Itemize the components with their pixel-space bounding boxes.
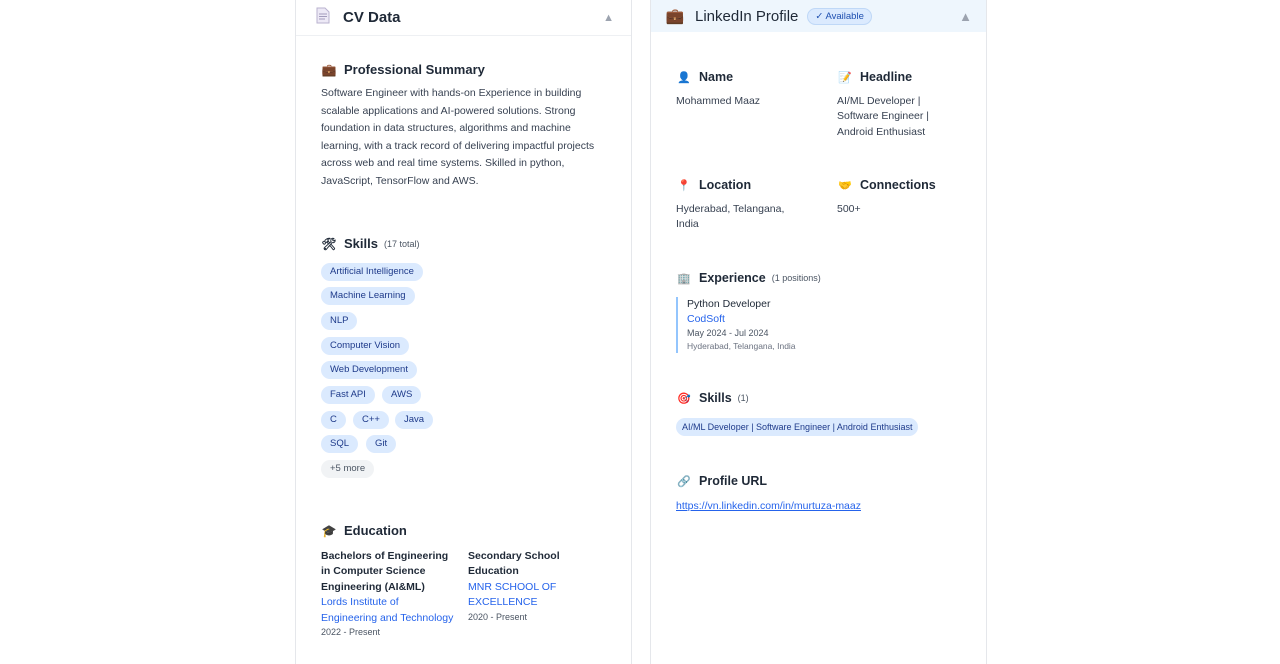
education-degree: Bachelors of Engineering in Computer Sci… [321, 550, 449, 593]
briefcase-icon: 💼 [321, 62, 337, 77]
skill-chip[interactable]: AWS [382, 386, 422, 404]
target-icon: 🎯 [677, 392, 691, 405]
skill-chip[interactable]: Fast API [321, 386, 375, 404]
linkedin-profile-title: LinkedIn Profile [695, 7, 799, 25]
page: CV Data ▲ 💼 Professional Summary Softwar… [0, 0, 1280, 664]
linkedin-profile-header[interactable]: 💼 LinkedIn Profile ✓ Available ▲ [651, 0, 986, 32]
professional-summary-title: Professional Summary [344, 62, 485, 77]
tools-icon: 🛠 [321, 236, 337, 251]
education-entry: Bachelors of Engineering in Computer Sci… [321, 549, 457, 639]
skills-count: (17 total) [383, 238, 420, 249]
collapse-icon[interactable]: ▲ [603, 12, 614, 24]
skill-chip[interactable]: Machine Learning [321, 287, 415, 305]
experience-count: (1 positions) [771, 273, 821, 283]
experience-entry: Python Developer CodSoft May 2024 - Jul … [676, 297, 916, 353]
skill-chip[interactable]: Web Development [321, 361, 417, 379]
status-badge: ✓ Available [807, 7, 872, 25]
connections-heading: 🤝 Connections [837, 178, 936, 192]
location-value: Hyderabad, Telangana, India [676, 203, 785, 231]
location-heading: 📍 Location [676, 178, 751, 192]
profile-url-heading: 🔗 Profile URL [676, 474, 767, 488]
education-years: 2022 - Present [321, 627, 381, 638]
linkedin-skills-heading: 🎯 Skills (1) [676, 391, 749, 405]
education-title: Education [344, 523, 407, 538]
experience-job-title: Python Developer [687, 298, 771, 310]
education-years: 2020 - Present [468, 611, 528, 622]
person-icon: 👤 [677, 71, 691, 84]
education-school: Lords Institute of Engineering and Techn… [321, 596, 454, 624]
professional-summary-heading: 💼 Professional Summary [321, 62, 485, 77]
cv-data-panel: CV Data ▲ 💼 Professional Summary Softwar… [295, 0, 632, 664]
collapse-icon[interactable]: ▲ [959, 9, 972, 24]
skill-chip[interactable]: C [321, 411, 346, 429]
skill-chip[interactable]: AI/ML Developer | Software Engineer | An… [676, 418, 919, 436]
skill-chip[interactable]: SQL [321, 435, 359, 453]
cv-data-header[interactable]: CV Data ▲ [296, 0, 631, 36]
cv-data-title: CV Data [343, 9, 401, 26]
more-skills-chip[interactable]: +5 more [321, 460, 375, 478]
link-icon: 🔗 [677, 475, 691, 488]
headline-label: Headline [860, 70, 913, 84]
skill-chip[interactable]: C++ [353, 411, 389, 429]
education-school: MNR SCHOOL OF EXCELLENCE [468, 580, 557, 609]
skill-chip[interactable]: Artificial Intelligence [321, 263, 423, 281]
document-icon [313, 7, 333, 28]
education-entry: Secondary School Education MNR SCHOOL OF… [468, 549, 598, 624]
profile-url-link[interactable]: https://vn.linkedin.com/in/murtuza-maaz [676, 500, 861, 512]
linkedin-skills-title: Skills [699, 391, 732, 405]
experience-company[interactable]: CodSoft [687, 312, 916, 327]
skills-heading: 🛠 Skills (17 total) [321, 236, 420, 251]
location-label: Location [699, 178, 752, 192]
name-label: Name [699, 70, 734, 84]
linkedin-skills-count: (1) [737, 393, 749, 403]
headline-value: AI/ML Developer | Software Engineer | An… [837, 95, 930, 138]
connections-label: Connections [860, 178, 936, 192]
briefcase-icon: 💼 [665, 8, 685, 25]
name-heading: 👤 Name [676, 70, 733, 84]
skills-title: Skills [344, 236, 378, 251]
skill-chip[interactable]: Java [395, 411, 434, 429]
graduation-cap-icon: 🎓 [321, 523, 337, 538]
education-degree: Secondary School Education [468, 550, 560, 578]
name-value: Mohammed Maaz [676, 95, 761, 107]
linkedin-profile-panel: 💼 LinkedIn Profile ✓ Available ▲ 👤 Name … [650, 0, 987, 664]
building-icon: 🏢 [677, 272, 691, 285]
handshake-icon: 🤝 [838, 179, 852, 192]
professional-summary-text: Software Engineer with hands-on Experien… [321, 87, 595, 187]
experience-dates: May 2024 - Jul 2024 [687, 328, 769, 338]
headline-heading: 📝 Headline [837, 70, 912, 84]
experience-title: Experience [699, 271, 766, 285]
memo-icon: 📝 [838, 71, 852, 84]
education-heading: 🎓 Education [321, 523, 407, 538]
experience-location: Hyderabad, Telangana, India [687, 341, 796, 351]
pin-icon: 📍 [677, 179, 691, 192]
experience-heading: 🏢 Experience (1 positions) [676, 271, 821, 285]
skill-chip[interactable]: Git [366, 435, 397, 453]
profile-url-label: Profile URL [699, 474, 768, 488]
skill-chip[interactable]: Computer Vision [321, 337, 410, 355]
connections-value: 500+ [837, 203, 861, 215]
skill-chip[interactable]: NLP [321, 312, 358, 330]
